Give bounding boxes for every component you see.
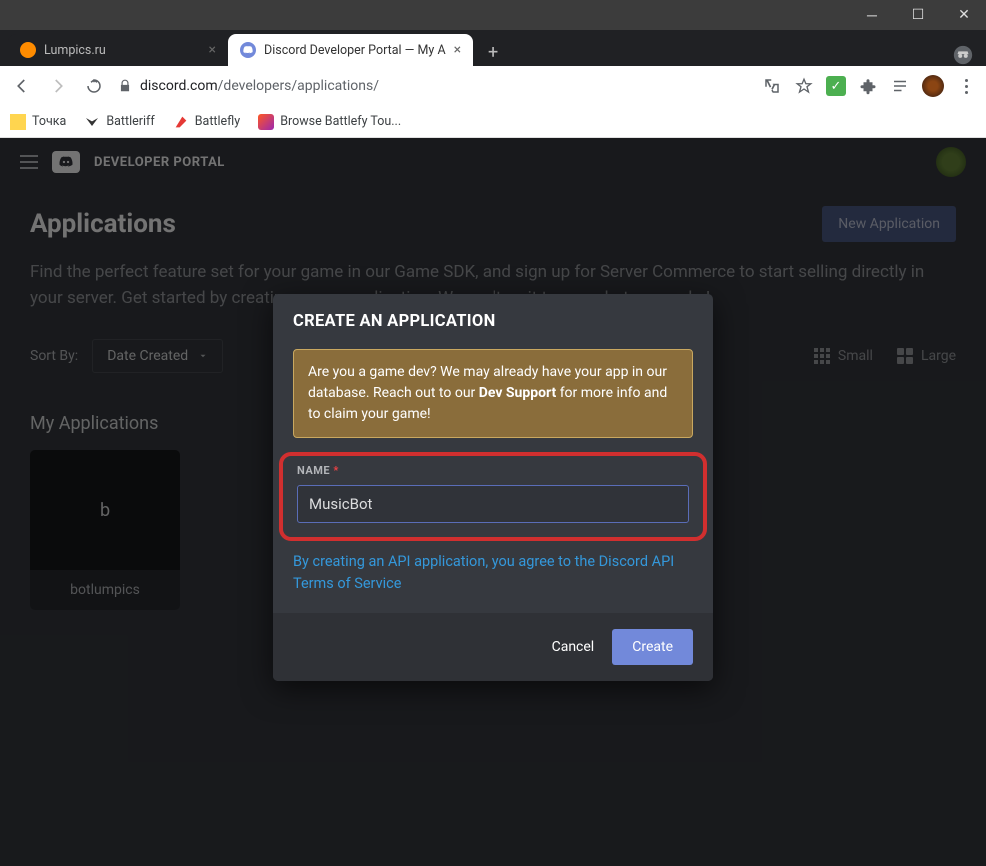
bookmark-icon bbox=[10, 114, 26, 130]
reload-button[interactable] bbox=[82, 74, 106, 98]
tab-strip: Lumpics.ru × Discord Developer Portal — … bbox=[0, 30, 986, 66]
modal-title: CREATE AN APPLICATION bbox=[273, 294, 713, 349]
address-bar: discord.com/developers/applications/ ✓ bbox=[0, 66, 986, 106]
maximize-button[interactable]: ☐ bbox=[904, 1, 932, 29]
tos-link[interactable]: By creating an API application, you agre… bbox=[293, 551, 693, 595]
lock-icon bbox=[118, 79, 132, 93]
bookmark-icon bbox=[84, 114, 100, 130]
translate-icon[interactable] bbox=[762, 76, 782, 96]
bookmark-item[interactable]: Battlefly bbox=[173, 114, 240, 130]
window-controls: ─ ☐ ✕ bbox=[0, 0, 986, 30]
tab-title: Lumpics.ru bbox=[44, 43, 106, 58]
name-field-highlight: NAME * bbox=[279, 452, 707, 541]
url-host: discord.com bbox=[140, 78, 218, 94]
name-input[interactable] bbox=[297, 485, 689, 523]
bookmark-label: Точка bbox=[32, 114, 66, 129]
tab-discord[interactable]: Discord Developer Portal — My A × bbox=[228, 34, 473, 66]
bookmarks-bar: Точка Battleriff Battlefly Browse Battle… bbox=[0, 106, 986, 138]
minimize-button[interactable]: ─ bbox=[858, 1, 886, 29]
bookmark-label: Battlefly bbox=[195, 114, 240, 129]
tab-title: Discord Developer Portal — My A bbox=[264, 43, 446, 58]
favicon-icon bbox=[20, 42, 36, 58]
bookmark-item[interactable]: Browse Battlefy Tou... bbox=[258, 114, 401, 130]
bookmark-icon bbox=[258, 114, 274, 130]
new-tab-button[interactable]: + bbox=[479, 38, 507, 66]
incognito-icon bbox=[952, 44, 974, 66]
bookmark-item[interactable]: Battleriff bbox=[84, 114, 154, 130]
close-tab-icon[interactable]: × bbox=[454, 42, 461, 58]
reading-list-icon[interactable] bbox=[890, 76, 910, 96]
page-content: DEVELOPER PORTAL Applications New Applic… bbox=[0, 138, 986, 866]
extension-check-icon[interactable]: ✓ bbox=[826, 76, 846, 96]
close-tab-icon[interactable]: × bbox=[209, 42, 216, 58]
create-application-modal: CREATE AN APPLICATION Are you a game dev… bbox=[273, 294, 713, 681]
forward-button[interactable] bbox=[46, 74, 70, 98]
create-button[interactable]: Create bbox=[612, 629, 693, 665]
close-window-button[interactable]: ✕ bbox=[950, 1, 978, 29]
cancel-button[interactable]: Cancel bbox=[552, 629, 595, 665]
bookmark-label: Battleriff bbox=[106, 114, 154, 129]
bookmark-icon bbox=[173, 114, 189, 130]
dev-support-link[interactable]: Dev Support bbox=[479, 385, 556, 401]
bookmark-label: Browse Battlefy Tou... bbox=[280, 114, 401, 129]
chrome-menu-button[interactable] bbox=[956, 76, 976, 96]
extensions-icon[interactable] bbox=[858, 76, 878, 96]
url-field[interactable]: discord.com/developers/applications/ bbox=[118, 78, 750, 94]
bookmark-item[interactable]: Точка bbox=[10, 114, 66, 130]
dev-notice: Are you a game dev? We may already have … bbox=[293, 349, 693, 438]
favicon-icon bbox=[240, 42, 256, 58]
profile-avatar[interactable] bbox=[922, 75, 944, 97]
back-button[interactable] bbox=[10, 74, 34, 98]
tab-lumpics[interactable]: Lumpics.ru × bbox=[8, 34, 228, 66]
name-label: NAME * bbox=[297, 464, 689, 477]
url-path: /developers/applications/ bbox=[218, 78, 379, 94]
modal-footer: Cancel Create bbox=[273, 613, 713, 681]
star-icon[interactable] bbox=[794, 76, 814, 96]
